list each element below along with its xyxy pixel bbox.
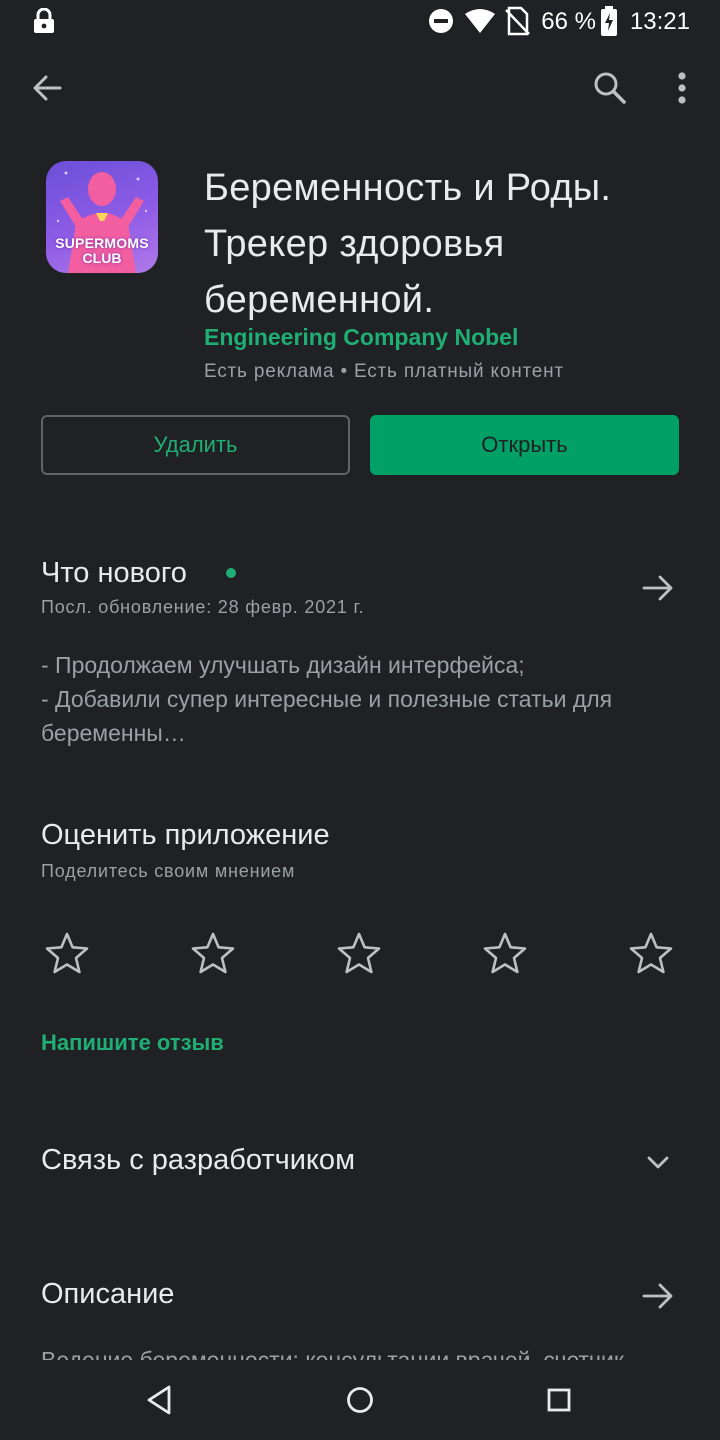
description-title: Описание [41, 1278, 175, 1310]
battery-charging-icon [601, 6, 617, 36]
battery-percentage: 66 % [541, 8, 596, 35]
release-note-line: - Продолжаем улучшать дизайн интерфейса; [41, 652, 525, 678]
new-indicator-dot [226, 568, 236, 578]
no-sim-icon [505, 6, 530, 36]
app-icon: SUPERMOMS CLUB [46, 161, 158, 273]
app-title: Беременность и Роды. Трекер здоровья бер… [204, 167, 612, 321]
search-icon[interactable] [588, 66, 632, 110]
back-arrow-icon[interactable] [26, 66, 70, 110]
release-note-line: - Добавили супер интересные и полезные с… [41, 686, 613, 712]
uninstall-button[interactable]: Удалить [41, 415, 350, 475]
open-button[interactable]: Открыть [370, 415, 679, 475]
last-updated: Посл. обновление: 28 февр. 2021 г. [41, 597, 365, 617]
star-icon[interactable] [44, 930, 90, 976]
whats-new-title: Что нового [41, 557, 187, 589]
description-arrow-icon[interactable] [640, 1278, 676, 1314]
app-icon-text-line2: CLUB [82, 250, 122, 266]
star-icon[interactable] [190, 930, 236, 976]
star-icon[interactable] [628, 930, 674, 976]
app-meta: Есть реклама • Есть платный контент [204, 361, 564, 382]
clock: 13:21 [629, 8, 690, 35]
write-review-link[interactable]: Напишите отзыв [41, 1030, 224, 1056]
nav-recents-icon[interactable] [537, 1378, 581, 1422]
dnd-icon [429, 9, 453, 33]
nav-back-icon[interactable] [138, 1378, 182, 1422]
rate-title: Оценить приложение [41, 819, 330, 851]
wifi-icon [465, 9, 495, 33]
star-icon[interactable] [482, 930, 528, 976]
nav-home-icon[interactable] [338, 1378, 382, 1422]
developer-contact-title[interactable]: Связь с разработчиком [41, 1144, 355, 1177]
more-vert-icon[interactable] [662, 66, 702, 110]
whats-new-arrow-icon[interactable] [640, 570, 676, 606]
release-note-line: беременны… [41, 720, 186, 746]
description-preview: Ведение беременности: консультации враче… [41, 1347, 624, 1360]
lock-icon [34, 8, 54, 33]
rate-subtitle: Поделитесь своим мнением [41, 861, 296, 881]
status-bar: 66 % 13:21 [0, 0, 720, 44]
release-notes: - Продолжаем улучшать дизайн интерфейса;… [41, 648, 681, 750]
chevron-down-icon[interactable] [640, 1146, 676, 1178]
developer-link[interactable]: Engineering Company Nobel [204, 324, 518, 351]
star-icon[interactable] [336, 930, 382, 976]
app-icon-text-line1: SUPERMOMS [55, 235, 149, 251]
